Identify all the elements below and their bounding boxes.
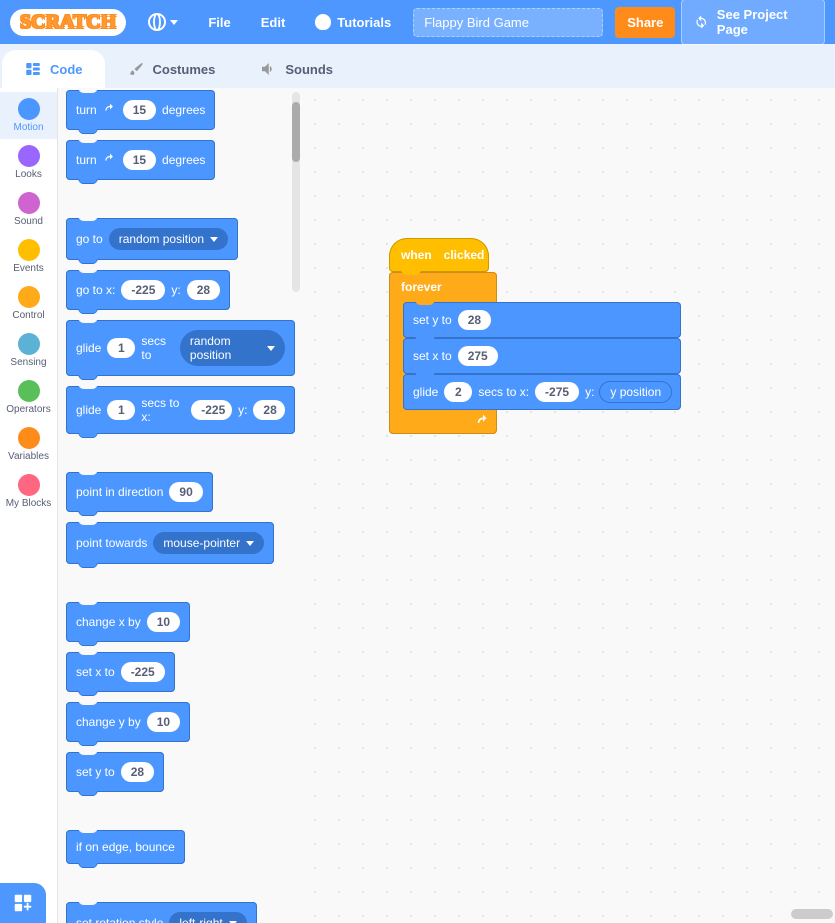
script-y-position-reporter[interactable]: y position (600, 382, 671, 402)
turn-ccw-icon (103, 153, 117, 167)
refresh-icon (694, 14, 708, 30)
brush-icon (127, 60, 145, 78)
script-set-y[interactable]: set y to 28 (403, 302, 681, 338)
glide-dropdown[interactable]: random position (180, 330, 285, 366)
block-set-y[interactable]: set y to 28 (66, 752, 164, 792)
block-point-towards[interactable]: point towards mouse-pointer (66, 522, 274, 564)
tutorials-button[interactable]: Tutorials (301, 0, 405, 44)
language-menu[interactable] (134, 0, 192, 44)
editor-main: Motion Looks Sound Events Control Sensin… (0, 88, 835, 923)
file-menu[interactable]: File (194, 0, 244, 44)
block-gotoxy[interactable]: go to x: -225 y: 28 (66, 270, 230, 310)
goto-dropdown[interactable]: random position (109, 228, 228, 250)
block-glidexy[interactable]: glide 1 secs to x: -225 y: 28 (66, 386, 295, 434)
block-change-y[interactable]: change y by 10 (66, 702, 190, 742)
share-button[interactable]: Share (615, 7, 675, 38)
category-events[interactable]: Events (0, 233, 57, 280)
category-myblocks[interactable]: My Blocks (0, 468, 57, 515)
rotation-style-dropdown[interactable]: left-right (169, 912, 246, 923)
tab-sounds[interactable]: Sounds (237, 50, 355, 88)
script-set-x[interactable]: set x to 275 (403, 338, 681, 374)
script-workspace[interactable]: when clicked forever set y to 28 set x t… (303, 88, 835, 923)
category-sound[interactable]: Sound (0, 186, 57, 233)
block-when-flag-clicked[interactable]: when clicked (389, 238, 489, 272)
see-project-page-button[interactable]: See Project Page (681, 0, 825, 45)
code-icon (24, 60, 42, 78)
tab-costumes[interactable]: Costumes (105, 50, 238, 88)
script-glide[interactable]: glide 2 secs to x: -275 y: y position (403, 374, 681, 410)
category-control[interactable]: Control (0, 280, 57, 327)
editor-tabs: Code Costumes Sounds (0, 44, 835, 88)
stage-resize-handle[interactable] (791, 909, 833, 919)
block-palette[interactable]: turn 15 degrees turn 15 degrees go to ra… (58, 88, 303, 923)
top-menubar: SCRATCH File Edit Tutorials Share See Pr… (0, 0, 835, 44)
category-motion[interactable]: Motion (0, 92, 57, 139)
block-turn-ccw[interactable]: turn 15 degrees (66, 140, 215, 180)
block-glide[interactable]: glide 1 secs to random position (66, 320, 295, 376)
project-title-input[interactable] (413, 8, 603, 37)
caret-icon (170, 20, 178, 25)
sound-icon (259, 60, 277, 78)
extension-icon (12, 892, 34, 914)
block-forever[interactable]: forever set y to 28 set x to 275 glide (389, 272, 497, 434)
block-point-direction[interactable]: point in direction 90 (66, 472, 213, 512)
category-operators[interactable]: Operators (0, 374, 57, 421)
block-goto[interactable]: go to random position (66, 218, 238, 260)
category-variables[interactable]: Variables (0, 421, 57, 468)
block-turn-cw[interactable]: turn 15 degrees (66, 90, 215, 130)
point-towards-dropdown[interactable]: mouse-pointer (153, 532, 264, 554)
palette-scrollbar-thumb[interactable] (292, 102, 300, 162)
edit-menu[interactable]: Edit (247, 0, 300, 44)
extension-button[interactable] (0, 883, 46, 923)
turn-cw-icon (103, 103, 117, 117)
block-bounce[interactable]: if on edge, bounce (66, 830, 185, 864)
block-set-x[interactable]: set x to -225 (66, 652, 175, 692)
category-column: Motion Looks Sound Events Control Sensin… (0, 88, 58, 923)
lightbulb-icon (315, 14, 331, 30)
block-rotation-style[interactable]: set rotation style left-right (66, 902, 257, 923)
tab-code[interactable]: Code (2, 50, 105, 88)
scratch-logo[interactable]: SCRATCH (10, 9, 126, 36)
palette-scrollbar[interactable] (292, 92, 300, 292)
block-change-x[interactable]: change x by 10 (66, 602, 190, 642)
category-sensing[interactable]: Sensing (0, 327, 57, 374)
loop-arrow-icon (475, 414, 491, 428)
script-stack[interactable]: when clicked forever set y to 28 set x t… (389, 238, 497, 434)
globe-icon (148, 13, 166, 31)
category-looks[interactable]: Looks (0, 139, 57, 186)
